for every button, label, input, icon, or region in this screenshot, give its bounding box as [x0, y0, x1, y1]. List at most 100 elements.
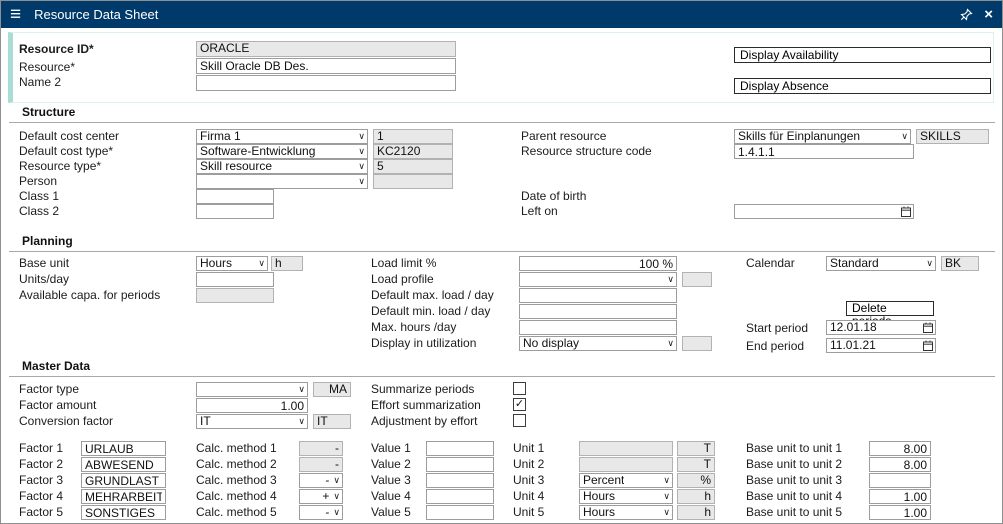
- date-value: 11.01.21: [830, 339, 923, 352]
- default-max-load-label: Default max. load / day: [371, 289, 494, 302]
- calc-method-label: Calc. method 3: [196, 474, 277, 487]
- factor-label: Factor 2: [19, 458, 63, 471]
- chevron-down-icon: ∨: [356, 132, 365, 141]
- default-cost-type-dropdown[interactable]: Software-Entwicklung ∨: [196, 144, 368, 159]
- resource-label: Resource*: [19, 61, 75, 74]
- class2-input[interactable]: [196, 204, 274, 219]
- value-input[interactable]: [426, 457, 494, 472]
- calendar-icon[interactable]: [901, 206, 911, 217]
- calendar-icon[interactable]: [923, 340, 933, 351]
- default-min-load-label: Default min. load / day: [371, 305, 490, 318]
- display-in-utilization-dropdown[interactable]: No display ∨: [519, 336, 677, 351]
- resource-type-dropdown[interactable]: Skill resource ∨: [196, 159, 368, 174]
- default-min-load-input[interactable]: [519, 304, 677, 319]
- person-dropdown[interactable]: ∨: [196, 174, 368, 189]
- calc-method-label: Calc. method 2: [196, 458, 277, 471]
- dropdown-value: IT: [200, 415, 211, 428]
- max-hours-per-day-input[interactable]: [519, 320, 677, 335]
- unit-code-field: h: [677, 489, 715, 504]
- unit-dropdown[interactable]: Hours ∨: [579, 489, 673, 504]
- default-cost-center-dropdown[interactable]: Firma 1 ∨: [196, 129, 368, 144]
- pin-icon[interactable]: [960, 8, 973, 21]
- left-on-date-input[interactable]: [734, 204, 914, 219]
- section-title-structure: Structure: [9, 105, 995, 123]
- close-icon[interactable]: ×: [984, 7, 993, 22]
- load-limit-input[interactable]: [519, 256, 677, 271]
- calc-method-dropdown[interactable]: - ∨: [299, 473, 343, 488]
- resource-structure-code-input[interactable]: [734, 144, 914, 159]
- start-period-label: Start period: [746, 322, 808, 335]
- factor-amount-input[interactable]: [196, 398, 308, 413]
- person-label: Person: [19, 175, 57, 188]
- display-absence-button[interactable]: Display Absence: [734, 78, 991, 94]
- resource-structure-code-label: Resource structure code: [521, 145, 652, 158]
- dropdown-value: Firma 1: [200, 130, 241, 143]
- start-period-date-input[interactable]: 12.01.18: [826, 320, 936, 335]
- value-label: Value 5: [371, 506, 411, 519]
- window-title: Resource Data Sheet: [34, 7, 158, 22]
- chevron-down-icon: ∨: [899, 132, 908, 141]
- calc-method-dropdown[interactable]: - ∨: [299, 505, 343, 520]
- value-label: Value 2: [371, 458, 411, 471]
- base-unit-to-unit-input[interactable]: [869, 457, 931, 472]
- parent-resource-dropdown[interactable]: Skills für Einplanungen ∨: [734, 129, 911, 144]
- load-profile-dropdown[interactable]: ∨: [519, 272, 677, 287]
- factor-name-input[interactable]: [81, 441, 166, 456]
- unit-label: Unit 1: [513, 442, 544, 455]
- conversion-factor-code: IT: [313, 414, 351, 429]
- default-max-load-input[interactable]: [519, 288, 677, 303]
- conversion-factor-dropdown[interactable]: IT ∨: [196, 414, 308, 429]
- resource-id-field: ORACLE: [196, 41, 456, 57]
- value-input[interactable]: [426, 473, 494, 488]
- chevron-down-icon: ∨: [924, 259, 933, 268]
- value-input[interactable]: [426, 489, 494, 504]
- end-period-date-input[interactable]: 11.01.21: [826, 338, 936, 353]
- adjustment-by-effort-checkbox[interactable]: [513, 414, 526, 427]
- load-profile-label: Load profile: [371, 273, 434, 286]
- resource-input[interactable]: [196, 58, 456, 74]
- resource-type-label: Resource type*: [19, 160, 101, 173]
- factor-name-input[interactable]: [81, 489, 166, 504]
- summarize-periods-checkbox[interactable]: [513, 382, 526, 395]
- factor-name-input[interactable]: [81, 457, 166, 472]
- factor-label: Factor 4: [19, 490, 63, 503]
- effort-summarization-label: Effort summarization: [371, 399, 481, 412]
- base-unit-dropdown[interactable]: Hours ∨: [196, 256, 268, 271]
- calendar-icon[interactable]: [923, 322, 933, 333]
- value-label: Value 4: [371, 490, 411, 503]
- base-unit-to-unit-label: Base unit to unit 5: [746, 506, 842, 519]
- hamburger-menu-icon[interactable]: ≡: [10, 5, 21, 24]
- value-input[interactable]: [426, 505, 494, 520]
- units-per-day-label: Units/day: [19, 273, 69, 286]
- date-of-birth-label: Date of birth: [521, 190, 586, 203]
- unit-dropdown[interactable]: Percent ∨: [579, 473, 673, 488]
- base-unit-to-unit-input[interactable]: [869, 473, 931, 488]
- base-unit-to-unit-input[interactable]: [869, 505, 931, 520]
- base-unit-to-unit-input[interactable]: [869, 489, 931, 504]
- unit-label: Unit 3: [513, 474, 544, 487]
- class1-label: Class 1: [19, 190, 59, 203]
- unit-dropdown[interactable]: Hours ∨: [579, 505, 673, 520]
- resource-data-sheet-window: ≡ Resource Data Sheet × Resource ID* ORA…: [0, 0, 1003, 524]
- calc-method-dropdown[interactable]: + ∨: [299, 489, 343, 504]
- base-unit-to-unit-label: Base unit to unit 3: [746, 474, 842, 487]
- display-in-utilization-code: [682, 336, 712, 351]
- class1-input[interactable]: [196, 189, 274, 204]
- delete-periods-button[interactable]: Delete periods: [846, 301, 934, 316]
- units-per-day-input[interactable]: [196, 272, 274, 287]
- date-value: 12.01.18: [830, 321, 923, 334]
- base-unit-to-unit-label: Base unit to unit 4: [746, 490, 842, 503]
- calendar-dropdown[interactable]: Standard ∨: [826, 256, 936, 271]
- effort-summarization-checkbox[interactable]: ✓: [513, 398, 526, 411]
- factor-name-input[interactable]: [81, 473, 166, 488]
- factor-name-input[interactable]: [81, 505, 166, 520]
- factor-type-dropdown[interactable]: ∨: [196, 382, 308, 397]
- unit-label: Unit 5: [513, 506, 544, 519]
- base-unit-to-unit-input[interactable]: [869, 441, 931, 456]
- default-cost-center-code: 1: [373, 129, 453, 144]
- resource-type-code: 5: [373, 159, 453, 174]
- display-availability-button[interactable]: Display Availability: [734, 47, 991, 63]
- resource-id-label: Resource ID*: [19, 43, 94, 56]
- value-input[interactable]: [426, 441, 494, 456]
- name2-input[interactable]: [196, 75, 456, 91]
